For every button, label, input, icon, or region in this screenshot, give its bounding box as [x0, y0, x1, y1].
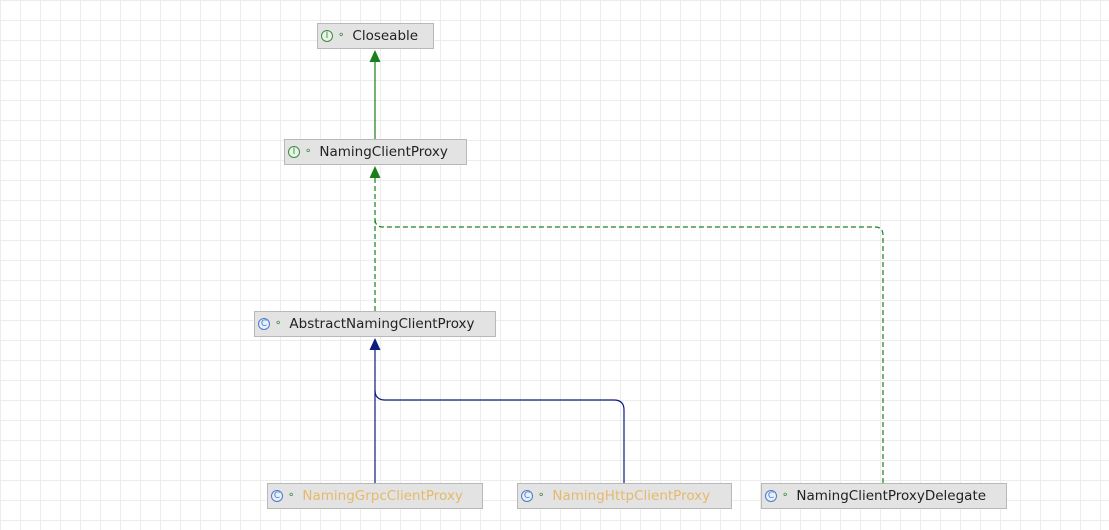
node-naminghttpclientproxy[interactable]: C ⚬ NamingHttpClientProxy — [517, 483, 732, 509]
node-label: NamingClientProxy — [319, 144, 448, 160]
edge-namingclientproxydelegate-to-namingclientproxy — [374, 218, 884, 483]
edge-naminghttpclientproxy-to-abstract — [374, 389, 625, 483]
class-diagram-canvas: I ⚬ Closeable I ⚬ NamingClientProxy C ⚬ … — [0, 0, 1109, 530]
public-open-lock-icon: ⚬ — [337, 30, 346, 41]
node-naminggrpcclientproxy[interactable]: C ⚬ NamingGrpcClientProxy — [267, 483, 483, 509]
arrowhead-namingclientproxy — [369, 166, 381, 178]
node-closeable[interactable]: I ⚬ Closeable — [317, 23, 434, 49]
public-open-lock-icon: ⚬ — [304, 146, 313, 157]
node-namingclientproxydelegate[interactable]: C ⚬ NamingClientProxyDelegate — [761, 483, 1007, 509]
public-open-lock-icon: ⚬ — [287, 490, 296, 501]
node-namingclientproxy[interactable]: I ⚬ NamingClientProxy — [284, 139, 467, 165]
class-icon: C — [271, 490, 283, 502]
class-icon: C — [258, 318, 270, 330]
arrowhead-closeable — [369, 50, 381, 62]
class-icon: C — [765, 490, 777, 502]
public-open-lock-icon: ⚬ — [781, 490, 790, 501]
node-label: NamingHttpClientProxy — [552, 488, 711, 504]
node-label: NamingClientProxyDelegate — [796, 488, 987, 504]
public-open-lock-icon: ⚬ — [274, 318, 283, 329]
class-icon: C — [521, 490, 533, 502]
arrowhead-abstractnamingclientproxy — [369, 338, 381, 350]
node-label: NamingGrpcClientProxy — [302, 488, 463, 504]
interface-icon: I — [288, 146, 300, 158]
node-label: AbstractNamingClientProxy — [289, 316, 475, 332]
public-open-lock-icon: ⚬ — [537, 490, 546, 501]
node-label: Closeable — [352, 28, 419, 44]
relationship-edges — [369, 50, 884, 483]
interface-icon: I — [321, 30, 333, 42]
node-abstractnamingclientproxy[interactable]: C ⚬ AbstractNamingClientProxy — [254, 311, 496, 337]
